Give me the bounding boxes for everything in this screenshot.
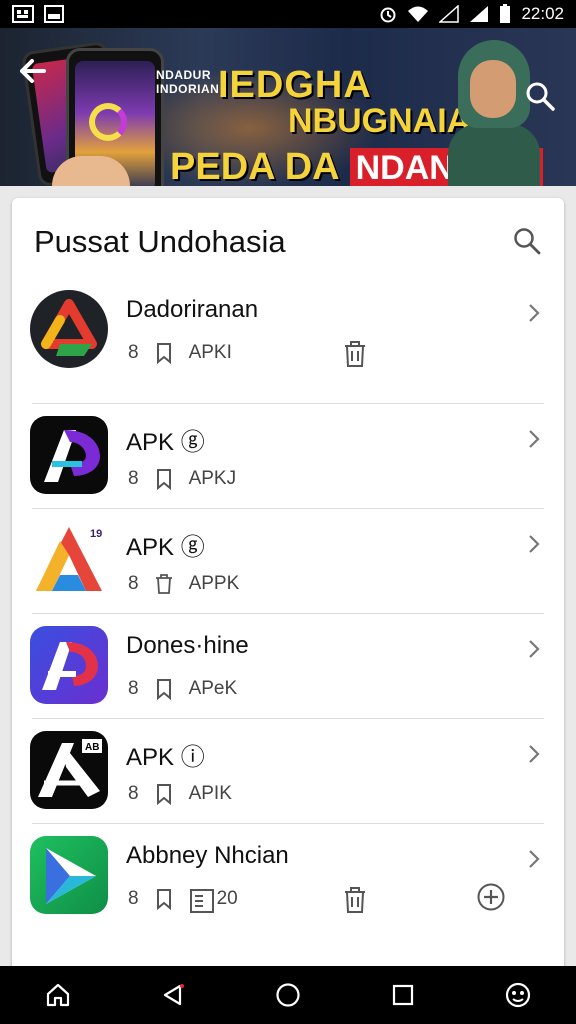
app-title: Abbney Nhcian: [126, 842, 289, 869]
app-count: 8: [128, 783, 139, 804]
clock: 22:02: [521, 4, 564, 23]
image-icon: [44, 5, 64, 23]
app-list-card: Pussat Undohasia Dadoriranan 8 APKI APK …: [12, 198, 564, 978]
chevron-right-icon[interactable]: [526, 302, 542, 324]
app-icon-apk-1: [30, 416, 108, 494]
app-title: Dones·hine: [126, 632, 249, 659]
banner-small-text: NDADUR INDORIAN: [156, 68, 220, 96]
list-item[interactable]: Dones·hine 8 APeK: [30, 614, 544, 719]
app-icon-apk-3: AB: [30, 731, 108, 809]
app-count: 8: [128, 678, 139, 699]
app-badge: 19: [90, 528, 102, 540]
app-title: APK ⓖ: [126, 534, 205, 561]
app-label: APKJ: [188, 468, 237, 489]
navigation-bar: [0, 966, 576, 1024]
presenter-image: [448, 40, 540, 186]
signal-icon: [439, 5, 460, 23]
app-extra: 20: [216, 888, 238, 909]
trash-small-icon[interactable]: [153, 573, 175, 595]
app-meta: 8 APKI: [128, 342, 232, 365]
bookmark-icon[interactable]: [153, 468, 175, 491]
app-label: APIK: [188, 783, 232, 804]
signal-icon-2: [469, 5, 489, 23]
app-count: 8: [128, 888, 139, 909]
back-icon[interactable]: [158, 980, 188, 1010]
app-meta: 8 APIK: [128, 783, 232, 806]
bookmark-icon[interactable]: [153, 342, 175, 365]
app-icon-doneshine: [30, 626, 108, 704]
list-item[interactable]: Dadoriranan 8 APKI: [30, 278, 544, 404]
circle-home-icon[interactable]: [273, 980, 303, 1010]
bookmark-icon[interactable]: [153, 783, 175, 806]
bookmark-icon[interactable]: [153, 678, 175, 701]
chevron-right-icon[interactable]: [526, 533, 542, 555]
banner-headline-1: IEDGHA: [218, 64, 372, 106]
list-item[interactable]: APK ⓖ 8 APKJ: [30, 404, 544, 509]
banner-search-icon[interactable]: [524, 80, 556, 112]
assistant-icon[interactable]: [503, 980, 533, 1010]
app-label: APPK: [188, 573, 240, 594]
search-icon[interactable]: [512, 226, 542, 256]
bookmark-icon[interactable]: [153, 888, 175, 911]
app-count: 8: [128, 468, 139, 489]
battery-icon: [499, 4, 511, 24]
app-meta: 8 APKJ: [128, 468, 237, 491]
chevron-right-icon[interactable]: [526, 743, 542, 765]
banner-headline-2: NBUGNAIA: [288, 102, 472, 140]
app-title: APK ⓖ: [126, 429, 205, 456]
app-list: Dadoriranan 8 APKI APK ⓖ 8 APKJ 19 APK ⓖ…: [12, 278, 564, 944]
app-meta: 8 20: [128, 888, 238, 913]
delete-icon[interactable]: [342, 340, 368, 368]
home-icon[interactable]: [43, 980, 73, 1010]
promo-banner[interactable]: NDADUR INDORIAN IEDGHA NBUGNAIA PEDA DA …: [0, 28, 576, 186]
app-icon-dadoriranan: [30, 290, 108, 368]
app-count: 8: [128, 573, 139, 594]
status-bar: 22:02: [0, 0, 576, 28]
app-title: Dadoriranan: [126, 296, 259, 323]
app-label: APeK: [188, 678, 238, 699]
notification-icon: [12, 5, 34, 23]
alarm-icon: [379, 5, 397, 23]
banner-headline-3-text: PEDA DA: [170, 146, 340, 186]
app-label: APKI: [188, 342, 232, 363]
list-item[interactable]: 19 APK ⓖ 8 APPK: [30, 509, 544, 614]
chevron-right-icon[interactable]: [526, 638, 542, 660]
app-title: APK ⓘ: [126, 744, 205, 771]
back-arrow-icon[interactable]: [18, 56, 48, 93]
list-item[interactable]: Abbney Nhcian 8 20: [30, 824, 544, 944]
wifi-icon: [407, 5, 429, 23]
document-icon[interactable]: [189, 888, 215, 913]
chevron-right-icon[interactable]: [526, 428, 542, 450]
recents-icon[interactable]: [388, 980, 418, 1010]
app-meta: 8 APeK: [128, 678, 238, 701]
page-title: Pussat Undohasia: [34, 224, 286, 259]
chevron-right-icon[interactable]: [526, 848, 542, 870]
app-count: 8: [128, 342, 139, 363]
app-icon-abbney: [30, 836, 108, 914]
app-badge: AB: [85, 742, 99, 753]
delete-icon[interactable]: [342, 886, 368, 914]
app-icon-apk-2: 19: [30, 521, 108, 599]
app-meta: 8 APPK: [128, 573, 239, 595]
list-item[interactable]: AB APK ⓘ 8 APIK: [30, 719, 544, 824]
add-icon[interactable]: [476, 882, 506, 912]
